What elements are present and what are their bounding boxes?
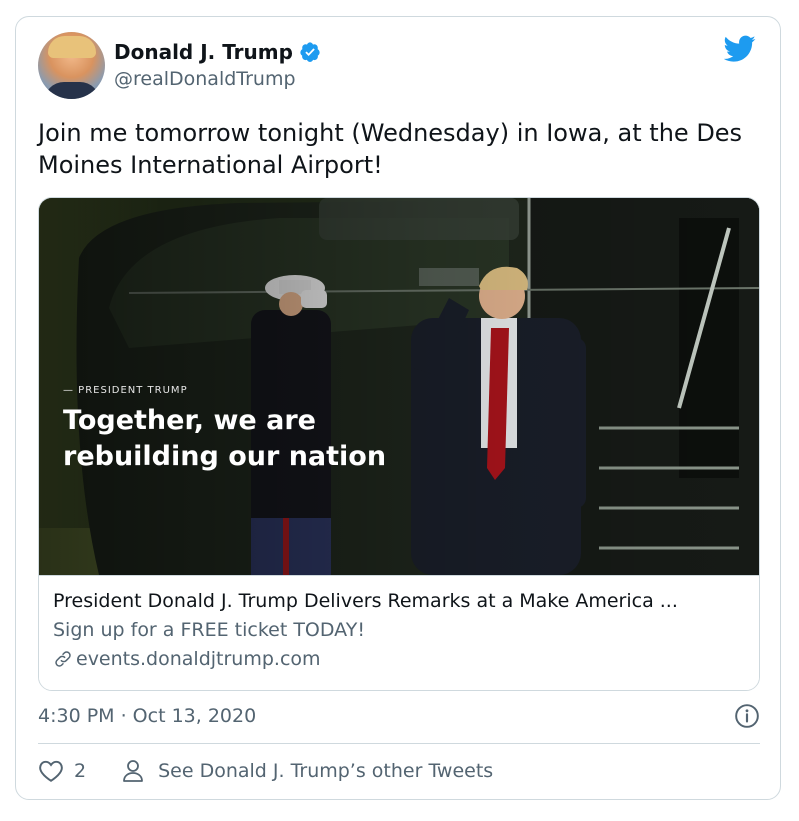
link-domain-row[interactable]: events.donaldjtrump.com	[53, 648, 321, 670]
person-icon[interactable]	[122, 759, 144, 783]
info-icon[interactable]	[734, 703, 760, 729]
like-count[interactable]: 2	[74, 760, 86, 782]
link-description: Sign up for a FREE ticket TODAY!	[53, 619, 365, 641]
link-title[interactable]: President Donald J. Trump Delivers Remar…	[53, 590, 753, 612]
twitter-bird-icon[interactable]	[724, 35, 756, 63]
link-preview-image[interactable]: — PRESIDENT TRUMP Together, we are rebui…	[39, 198, 759, 575]
tweet-text: Join me tomorrow tonight (Wednesday) in …	[38, 119, 743, 179]
see-other-tweets-link[interactable]: See Donald J. Trump’s other Tweets	[158, 760, 493, 782]
avatar-hair	[48, 36, 96, 58]
link-icon	[55, 651, 71, 667]
avatar-suit	[44, 82, 100, 99]
link-preview-meta[interactable]: President Donald J. Trump Delivers Remar…	[39, 575, 759, 690]
heart-icon[interactable]	[38, 759, 64, 783]
overlay-attribution: — PRESIDENT TRUMP	[63, 385, 188, 396]
verified-badge-icon	[300, 42, 320, 62]
avatar[interactable]	[38, 32, 105, 99]
link-preview-card[interactable]: — PRESIDENT TRUMP Together, we are rebui…	[38, 197, 760, 691]
author-handle[interactable]: @realDonaldTrump	[114, 68, 296, 90]
overlay-headline: Together, we are rebuilding our nation	[63, 405, 387, 472]
divider	[38, 743, 760, 744]
link-domain: events.donaldjtrump.com	[76, 648, 321, 670]
author-name[interactable]: Donald J. Trump	[114, 40, 293, 64]
author-row: Donald J. Trump	[114, 40, 321, 64]
tweet-timestamp[interactable]: 4:30 PM · Oct 13, 2020	[38, 705, 256, 727]
tweet-card: Donald J. Trump @realDonaldTrump Join me…	[15, 16, 781, 800]
action-bar: 2 See Donald J. Trump’s other Tweets	[38, 759, 493, 783]
